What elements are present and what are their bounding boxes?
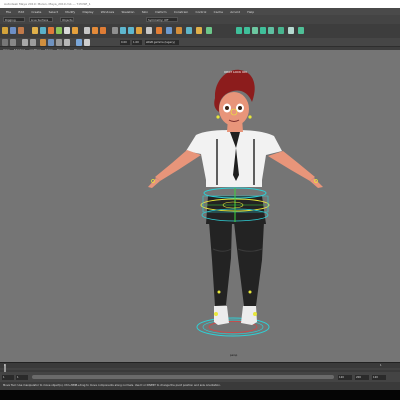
snap-grid-icon[interactable] [56, 27, 62, 34]
character-shirt [186, 130, 282, 187]
animation-start-field[interactable]: 1 [16, 374, 28, 380]
range-slider[interactable]: 1 1 120 200 120 [0, 372, 400, 382]
shelf-tool-d-icon[interactable] [260, 27, 266, 34]
lights-icon[interactable] [64, 39, 70, 46]
main-menubar: File Edit Create Select Modify Display W… [0, 8, 400, 15]
viewport-hud-label: ORRT LOCK ON [224, 70, 247, 74]
camera-select-icon[interactable] [2, 39, 8, 46]
timeline-current-field[interactable]: 1 [380, 364, 382, 367]
history-icon[interactable] [84, 27, 90, 34]
shelf-tool-f-icon[interactable] [278, 27, 284, 34]
camera-label: persp [230, 354, 238, 357]
shelf-tool-g-icon[interactable] [288, 27, 294, 34]
perspective-viewport[interactable]: ORRT LOCK ON persp [0, 50, 400, 362]
xray-icon[interactable] [76, 39, 82, 46]
lattice-icon[interactable] [176, 27, 182, 34]
colorspace-field[interactable]: sRGB gamma (legacy) [145, 39, 179, 45]
bind-skin-icon[interactable] [136, 27, 142, 34]
move-tool-icon[interactable] [32, 27, 38, 34]
wrap-icon[interactable] [196, 27, 202, 34]
shelf-tool-e-icon[interactable] [268, 27, 274, 34]
status-line [0, 24, 400, 38]
timeline-start-label: 1 [4, 364, 6, 367]
render-icon[interactable] [92, 27, 98, 34]
character-head [214, 69, 255, 132]
range-bar[interactable] [32, 375, 334, 379]
exposure-field[interactable]: 0.00 [120, 39, 130, 45]
shelf-tool-b-icon[interactable] [244, 27, 250, 34]
constraint-icon[interactable] [156, 27, 162, 34]
snap-curve-icon[interactable] [64, 27, 70, 34]
grid-icon[interactable] [22, 39, 28, 46]
blendshape-icon[interactable] [166, 27, 172, 34]
select-tool-icon[interactable] [2, 27, 8, 34]
viewport-toolbar: 0.00 1.00 sRGB gamma (legacy) [0, 38, 400, 46]
window-title: Autodesk Maya 2019: Mulan, Maya_2019.mb … [4, 2, 91, 6]
character-shoes [214, 306, 257, 325]
smooth-shade-icon[interactable] [48, 39, 54, 46]
ipr-render-icon[interactable] [100, 27, 106, 34]
range-start-field[interactable]: 1 [2, 374, 14, 380]
selection-mask-field[interactable]: Live Surface [29, 17, 53, 22]
textured-icon[interactable] [56, 39, 62, 46]
help-line-text: Move Tool: Use manipulator to move objec… [3, 384, 221, 387]
range-end-field[interactable]: 120 [338, 374, 352, 380]
window-title-bar: Autodesk Maya 2019: Mulan, Maya_2019.mb … [0, 0, 400, 8]
shelf-tool-h-icon[interactable] [298, 27, 304, 34]
paint-tool-icon[interactable] [18, 27, 24, 34]
camera-attributes-icon[interactable] [10, 39, 16, 46]
paint-weights-icon[interactable] [146, 27, 152, 34]
ik-handle-icon[interactable] [128, 27, 134, 34]
wireframe-icon[interactable] [40, 39, 46, 46]
shelf-tool-c-icon[interactable] [252, 27, 258, 34]
joint-tool-icon[interactable] [120, 27, 126, 34]
isolate-icon[interactable] [84, 39, 90, 46]
symmetry-field[interactable]: Symmetry: Off [146, 17, 178, 22]
camera-icon[interactable] [112, 27, 118, 34]
help-line: Move Tool: Use manipulator to move objec… [0, 382, 400, 390]
shelf-icon[interactable] [206, 27, 212, 34]
workspace-selector[interactable]: Rigging [3, 17, 25, 22]
rotate-tool-icon[interactable] [40, 27, 46, 34]
gamma-field[interactable]: 1.00 [132, 39, 142, 45]
snap-point-icon[interactable] [72, 27, 78, 34]
mode-bar: Rigging Live Surface Symmetry: Off Objec… [0, 15, 400, 24]
end-frame-field[interactable]: 120 [372, 374, 386, 380]
character-legs [209, 222, 264, 306]
root-control[interactable] [196, 317, 270, 337]
animation-end-field[interactable]: 200 [355, 374, 369, 380]
character-scene [148, 69, 323, 337]
film-gate-icon[interactable] [30, 39, 36, 46]
lasso-tool-icon[interactable] [10, 27, 16, 34]
shelf-tool-a-icon[interactable] [236, 27, 242, 34]
scale-tool-icon[interactable] [48, 27, 54, 34]
channel-field[interactable]: Objects [60, 17, 74, 22]
screen-bottom-border [0, 390, 400, 400]
cluster-icon[interactable] [186, 27, 192, 34]
